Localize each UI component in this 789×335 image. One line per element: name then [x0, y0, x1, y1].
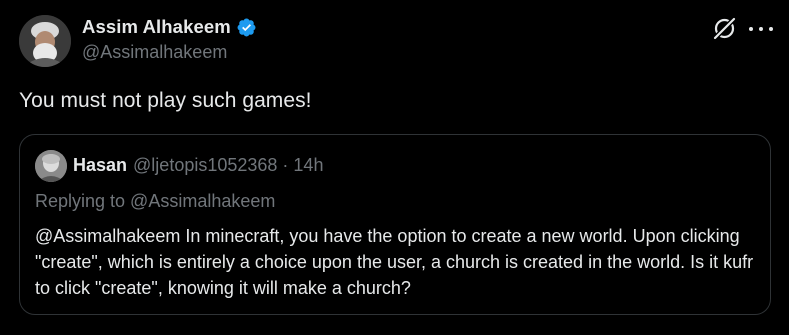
quoted-author-handle[interactable]: @ljetopis1052368	[133, 155, 277, 176]
more-icon[interactable]	[749, 19, 773, 39]
quoted-timestamp[interactable]: 14h	[293, 155, 323, 176]
quoted-separator: ·	[282, 155, 289, 175]
quoted-tweet-card[interactable]: Hasan @ljetopis1052368 · 14h Replying to…	[19, 134, 771, 315]
quoted-author-avatar[interactable]	[35, 150, 67, 182]
grok-icon[interactable]	[712, 16, 737, 41]
more-dot	[759, 27, 763, 31]
more-dot	[769, 27, 773, 31]
quoted-replying-to: Replying to @Assimalhakeem	[35, 191, 276, 211]
author-name[interactable]: Assim Alhakeem	[82, 16, 231, 38]
verified-badge-icon[interactable]	[236, 17, 257, 38]
tweet-text: You must not play such games!	[19, 89, 312, 112]
author-avatar[interactable]	[19, 15, 71, 67]
author-name-row: Assim Alhakeem	[82, 15, 257, 39]
author-handle[interactable]: @Assimalhakeem	[82, 42, 227, 63]
quoted-author-name[interactable]: Hasan	[73, 155, 127, 176]
tweet: Assim Alhakeem @Assimalhakeem You must n…	[0, 0, 789, 335]
quoted-header: Hasan @ljetopis1052368 · 14h	[73, 155, 323, 176]
quoted-tweet-text: @Assimalhakeem In minecraft, you have th…	[35, 226, 754, 298]
more-dot	[749, 27, 753, 31]
